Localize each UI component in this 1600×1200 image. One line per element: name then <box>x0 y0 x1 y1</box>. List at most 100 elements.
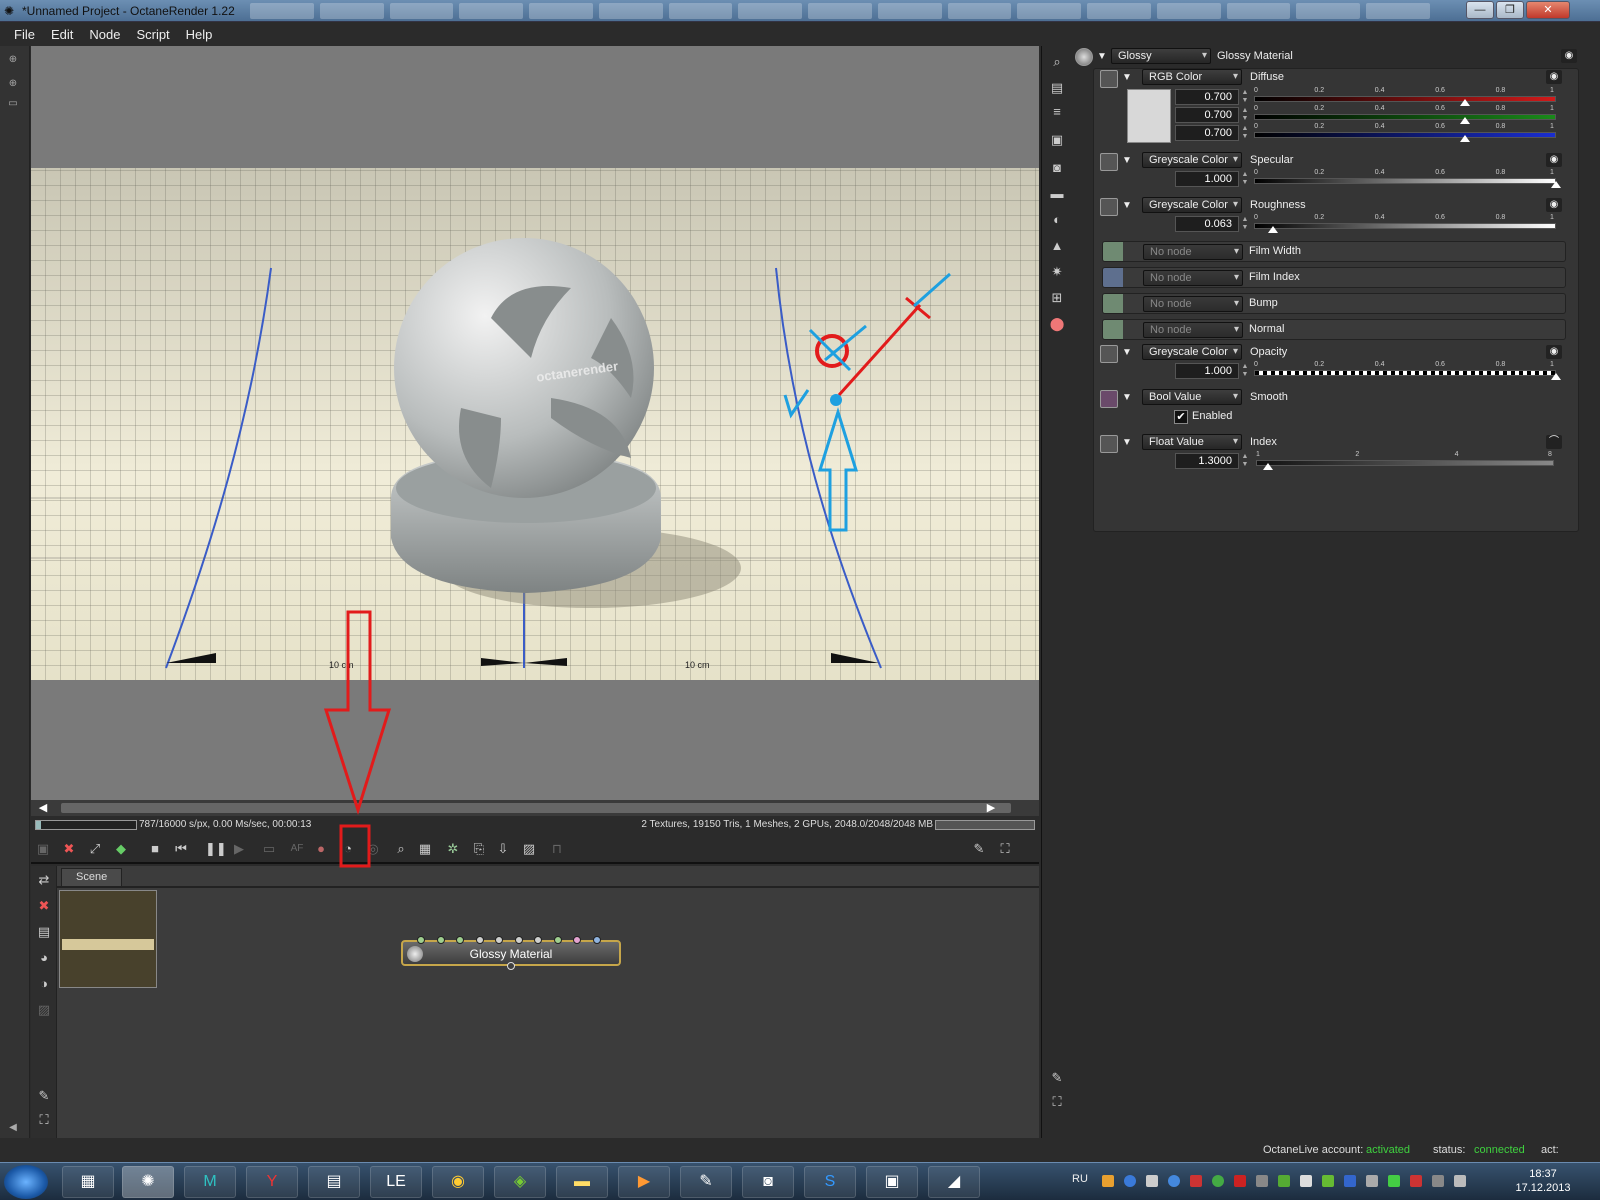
diffuse-g-track[interactable] <box>1254 114 1556 120</box>
node-input-pin[interactable] <box>456 936 464 944</box>
add-node-icon[interactable]: ▤ <box>34 922 54 942</box>
opacity-slider[interactable]: 0 0.2 0.4 0.6 0.8 1 <box>1254 361 1561 381</box>
layers-icon[interactable]: ▤ <box>1047 78 1067 98</box>
environment-icon[interactable]: ◐ <box>1047 210 1067 230</box>
monitor-app-icon[interactable]: ▦ <box>62 1166 114 1198</box>
node-output-pin[interactable] <box>507 962 515 970</box>
roughness-field[interactable]: 0.063 <box>1175 216 1239 232</box>
opacity-triangle-icon[interactable]: ▼ <box>1122 347 1132 358</box>
menu-help[interactable]: Help <box>178 22 221 46</box>
roughness-type-dropdown[interactable]: Greyscale Color <box>1142 197 1242 213</box>
menu-edit[interactable]: Edit <box>43 22 81 46</box>
scroll-left-icon[interactable]: ◀ <box>35 800 51 816</box>
opacity-eye-icon[interactable]: ◉ <box>1546 345 1562 359</box>
import-icon[interactable]: ▨ <box>519 839 539 859</box>
diffuse-eye-icon[interactable]: ◉ <box>1546 70 1562 84</box>
node-input-pin[interactable] <box>495 936 503 944</box>
index-curve-icon[interactable]: ⌒ <box>1546 435 1562 449</box>
light-icon[interactable]: ✷ <box>1047 262 1067 282</box>
language-indicator[interactable]: RU <box>1072 1173 1088 1185</box>
diffuse-r-track[interactable] <box>1254 96 1556 102</box>
photos-app-icon[interactable]: ▣ <box>866 1166 918 1198</box>
scroll-thumb[interactable] <box>61 803 1011 813</box>
maya-app-icon[interactable]: M <box>184 1166 236 1198</box>
af-icon[interactable]: AF <box>287 839 307 859</box>
le-app-icon[interactable]: LE <box>370 1166 422 1198</box>
collapse-icon[interactable]: ▭ <box>6 98 20 110</box>
specular-triangle-icon[interactable]: ▼ <box>1122 155 1132 166</box>
start-button[interactable] <box>4 1165 48 1199</box>
render-image[interactable]: octanerender 10 cm 10 cm <box>31 168 1039 680</box>
roughness-eye-icon[interactable]: ◉ <box>1546 198 1562 212</box>
diffuse-g-slider[interactable]: 0 0.2 0.4 0.6 0.8 1 <box>1254 105 1556 125</box>
diffuse-b-spinner[interactable]: ▲ ▼ <box>1240 125 1250 141</box>
cube-icon[interactable]: ◆ <box>111 839 131 859</box>
shield-icon[interactable] <box>1388 1175 1400 1187</box>
eye-icon[interactable]: ◉ <box>1561 49 1577 63</box>
material-node-icon[interactable]: ◕ <box>34 948 54 968</box>
bump-row[interactable]: No node Bump <box>1102 293 1566 314</box>
diffuse-type-dropdown[interactable]: RGB Color <box>1142 69 1242 85</box>
yandex-app-icon[interactable]: Y <box>246 1166 298 1198</box>
film-region-icon[interactable]: ▦ <box>415 839 435 859</box>
bluetooth-icon[interactable] <box>1344 1175 1356 1187</box>
scroll-right-icon[interactable]: ▶ <box>983 800 999 816</box>
index-slider[interactable]: 1 2 4 8 <box>1256 451 1554 471</box>
texture-icon[interactable]: ▲ <box>1047 236 1067 256</box>
settings-wrench-icon[interactable]: ✎ <box>969 839 989 859</box>
dock-toggle-icon[interactable]: ⊕ <box>6 54 20 66</box>
normal-dropdown[interactable]: No node <box>1143 322 1243 338</box>
roughness-slider[interactable]: 0 0.2 0.4 0.6 0.8 1 <box>1254 214 1556 234</box>
diffuse-b-slider[interactable]: 0 0.2 0.4 0.6 0.8 1 <box>1254 123 1556 143</box>
node-input-pin[interactable] <box>436 936 445 944</box>
specular-eye-icon[interactable]: ◉ <box>1546 153 1562 167</box>
image-node-icon[interactable]: ▨ <box>34 1000 54 1020</box>
camera-picker-icon[interactable]: ⌕ <box>391 839 411 859</box>
node-input-pin[interactable] <box>534 936 542 944</box>
graph-wrench-icon[interactable]: ✎ <box>34 1086 54 1106</box>
lock-viewport-icon[interactable]: ⊓ <box>547 839 567 859</box>
inspector-fullscreen-icon[interactable]: ⛶ <box>1047 1092 1067 1112</box>
diffuse-triangle-icon[interactable]: ▼ <box>1122 72 1132 83</box>
node-input-pin[interactable] <box>573 936 581 944</box>
index-spinner[interactable]: ▲ ▼ <box>1240 453 1250 469</box>
index-triangle-icon[interactable]: ▼ <box>1122 437 1132 448</box>
acrobat-icon[interactable] <box>1190 1175 1202 1187</box>
diffuse-r-slider[interactable]: 0 0.2 0.4 0.6 0.8 1 <box>1254 87 1556 107</box>
opacity-handle[interactable] <box>1551 373 1561 380</box>
system-clock[interactable]: 18:37 17.12.2013 <box>1508 1167 1578 1195</box>
close-button[interactable]: ✕ <box>1526 1 1570 19</box>
evernote-icon[interactable] <box>1278 1175 1290 1187</box>
media-app-icon[interactable]: ▶ <box>618 1166 670 1198</box>
transform-icon[interactable]: ⊞ <box>1047 288 1067 308</box>
normal-row[interactable]: No node Normal <box>1102 319 1566 340</box>
film-icon[interactable]: ▬ <box>1047 184 1067 204</box>
volume-muted-icon[interactable] <box>1454 1175 1466 1187</box>
material-picker-icon[interactable]: ◔ <box>338 839 358 859</box>
display-icon[interactable] <box>1256 1175 1268 1187</box>
diffuse-g-spinner[interactable]: ▲ ▼ <box>1240 107 1250 123</box>
opacity-track[interactable] <box>1254 370 1556 376</box>
roughness-triangle-icon[interactable]: ▼ <box>1122 200 1132 211</box>
list-icon[interactable]: ≡ <box>1047 102 1067 122</box>
camera-settings-icon[interactable]: ⌕ <box>1047 52 1067 72</box>
index-handle[interactable] <box>1262 463 1273 470</box>
diffuse-b-handle[interactable] <box>1460 135 1471 142</box>
inspector-wrench-icon[interactable]: ✎ <box>1047 1068 1067 1088</box>
bump-dropdown[interactable]: No node <box>1143 296 1243 312</box>
fit-icon[interactable]: ⤢ <box>85 839 105 859</box>
tray-app-icon[interactable] <box>1102 1175 1114 1187</box>
left-arrow-icon[interactable]: ◀ <box>6 1122 20 1134</box>
skype-app-icon[interactable]: S <box>804 1166 856 1198</box>
diffuse-g-field[interactable]: 0.700 <box>1175 107 1239 123</box>
specular-handle[interactable] <box>1551 181 1561 188</box>
video-app-icon[interactable]: ◙ <box>742 1166 794 1198</box>
roughness-spinner[interactable]: ▲ ▼ <box>1240 216 1250 232</box>
opacity-field[interactable]: 1.000 <box>1175 363 1239 379</box>
specular-slider[interactable]: 0 0.2 0.4 0.6 0.8 1 <box>1254 169 1561 189</box>
fullscreen-icon[interactable]: ⛶ <box>995 839 1015 859</box>
diffuse-r-field[interactable]: 0.700 <box>1175 89 1239 105</box>
save-render-icon[interactable]: ▣ <box>33 839 53 859</box>
camera-icon[interactable]: ◙ <box>1047 158 1067 178</box>
clear-icon[interactable]: ✖ <box>59 839 79 859</box>
